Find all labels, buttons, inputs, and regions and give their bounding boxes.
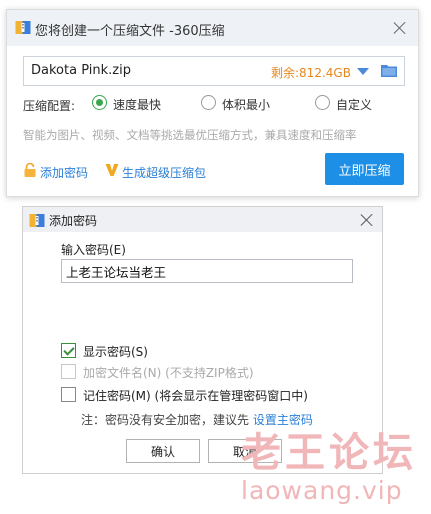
free-space-label: 剩余:812.4GB bbox=[271, 66, 351, 80]
close-icon[interactable] bbox=[360, 213, 374, 227]
password-input[interactable] bbox=[61, 259, 353, 283]
compress-now-button[interactable]: 立即压缩 bbox=[325, 153, 404, 185]
compress-window-title: 您将创建一个压缩文件 -360压缩 bbox=[35, 24, 225, 39]
radio-icon[interactable] bbox=[315, 95, 330, 110]
password-dialog-title: 添加密码 bbox=[49, 214, 98, 228]
option-label: 速度最快 bbox=[113, 98, 162, 112]
add-password-label: 添加密码 bbox=[40, 166, 89, 180]
compress-window: 您将创建一个压缩文件 -360压缩 Dakota Pink.zip 剩余:812… bbox=[6, 9, 419, 197]
radio-icon[interactable] bbox=[201, 95, 216, 110]
radio-selected-icon[interactable] bbox=[92, 95, 107, 110]
option-label: 自定义 bbox=[336, 98, 373, 112]
archive-app-icon bbox=[15, 21, 31, 34]
watermark-url: laowang.vip bbox=[241, 476, 403, 505]
archive-app-icon bbox=[29, 214, 45, 227]
compress-hint: 智能为图片、视频、文档等挑选最优压缩方式，兼具速度和压缩率 bbox=[23, 128, 357, 142]
password-dialog-titlebar: 添加密码 bbox=[23, 207, 382, 232]
password-input-label: 输入密码(E) bbox=[61, 243, 126, 257]
close-icon[interactable] bbox=[393, 21, 407, 35]
checkbox-checked-icon[interactable] bbox=[61, 343, 76, 358]
output-path-field[interactable]: Dakota Pink.zip 剩余:812.4GB bbox=[23, 56, 405, 86]
output-file-name[interactable]: Dakota Pink.zip bbox=[31, 63, 131, 78]
option-label: 体积最小 bbox=[222, 98, 271, 112]
show-password-label: 显示密码(S) bbox=[83, 345, 148, 359]
remember-password-label: 记住密码(M) (将会显示在管理密码窗口中) bbox=[83, 389, 308, 403]
folder-icon[interactable] bbox=[381, 63, 397, 77]
confirm-button[interactable]: 确认 bbox=[126, 439, 200, 463]
v-badge-icon bbox=[105, 164, 119, 176]
compress-config-label: 压缩配置: bbox=[23, 99, 76, 113]
watermark-logo-text: 老王论坛 bbox=[241, 430, 417, 476]
super-compress-label: 生成超级压缩包 bbox=[122, 166, 207, 180]
chevron-down-icon[interactable] bbox=[357, 68, 369, 75]
encrypt-filenames-label: 加密文件名(N) (不支持ZIP格式) bbox=[83, 366, 254, 380]
checkbox-disabled-icon bbox=[61, 364, 76, 379]
compress-window-titlebar: 您将创建一个压缩文件 -360压缩 bbox=[7, 10, 418, 46]
lock-icon bbox=[24, 163, 36, 177]
security-note-text: 注：密码没有安全加密，建议先 bbox=[81, 413, 253, 427]
checkbox-icon[interactable] bbox=[61, 387, 76, 402]
